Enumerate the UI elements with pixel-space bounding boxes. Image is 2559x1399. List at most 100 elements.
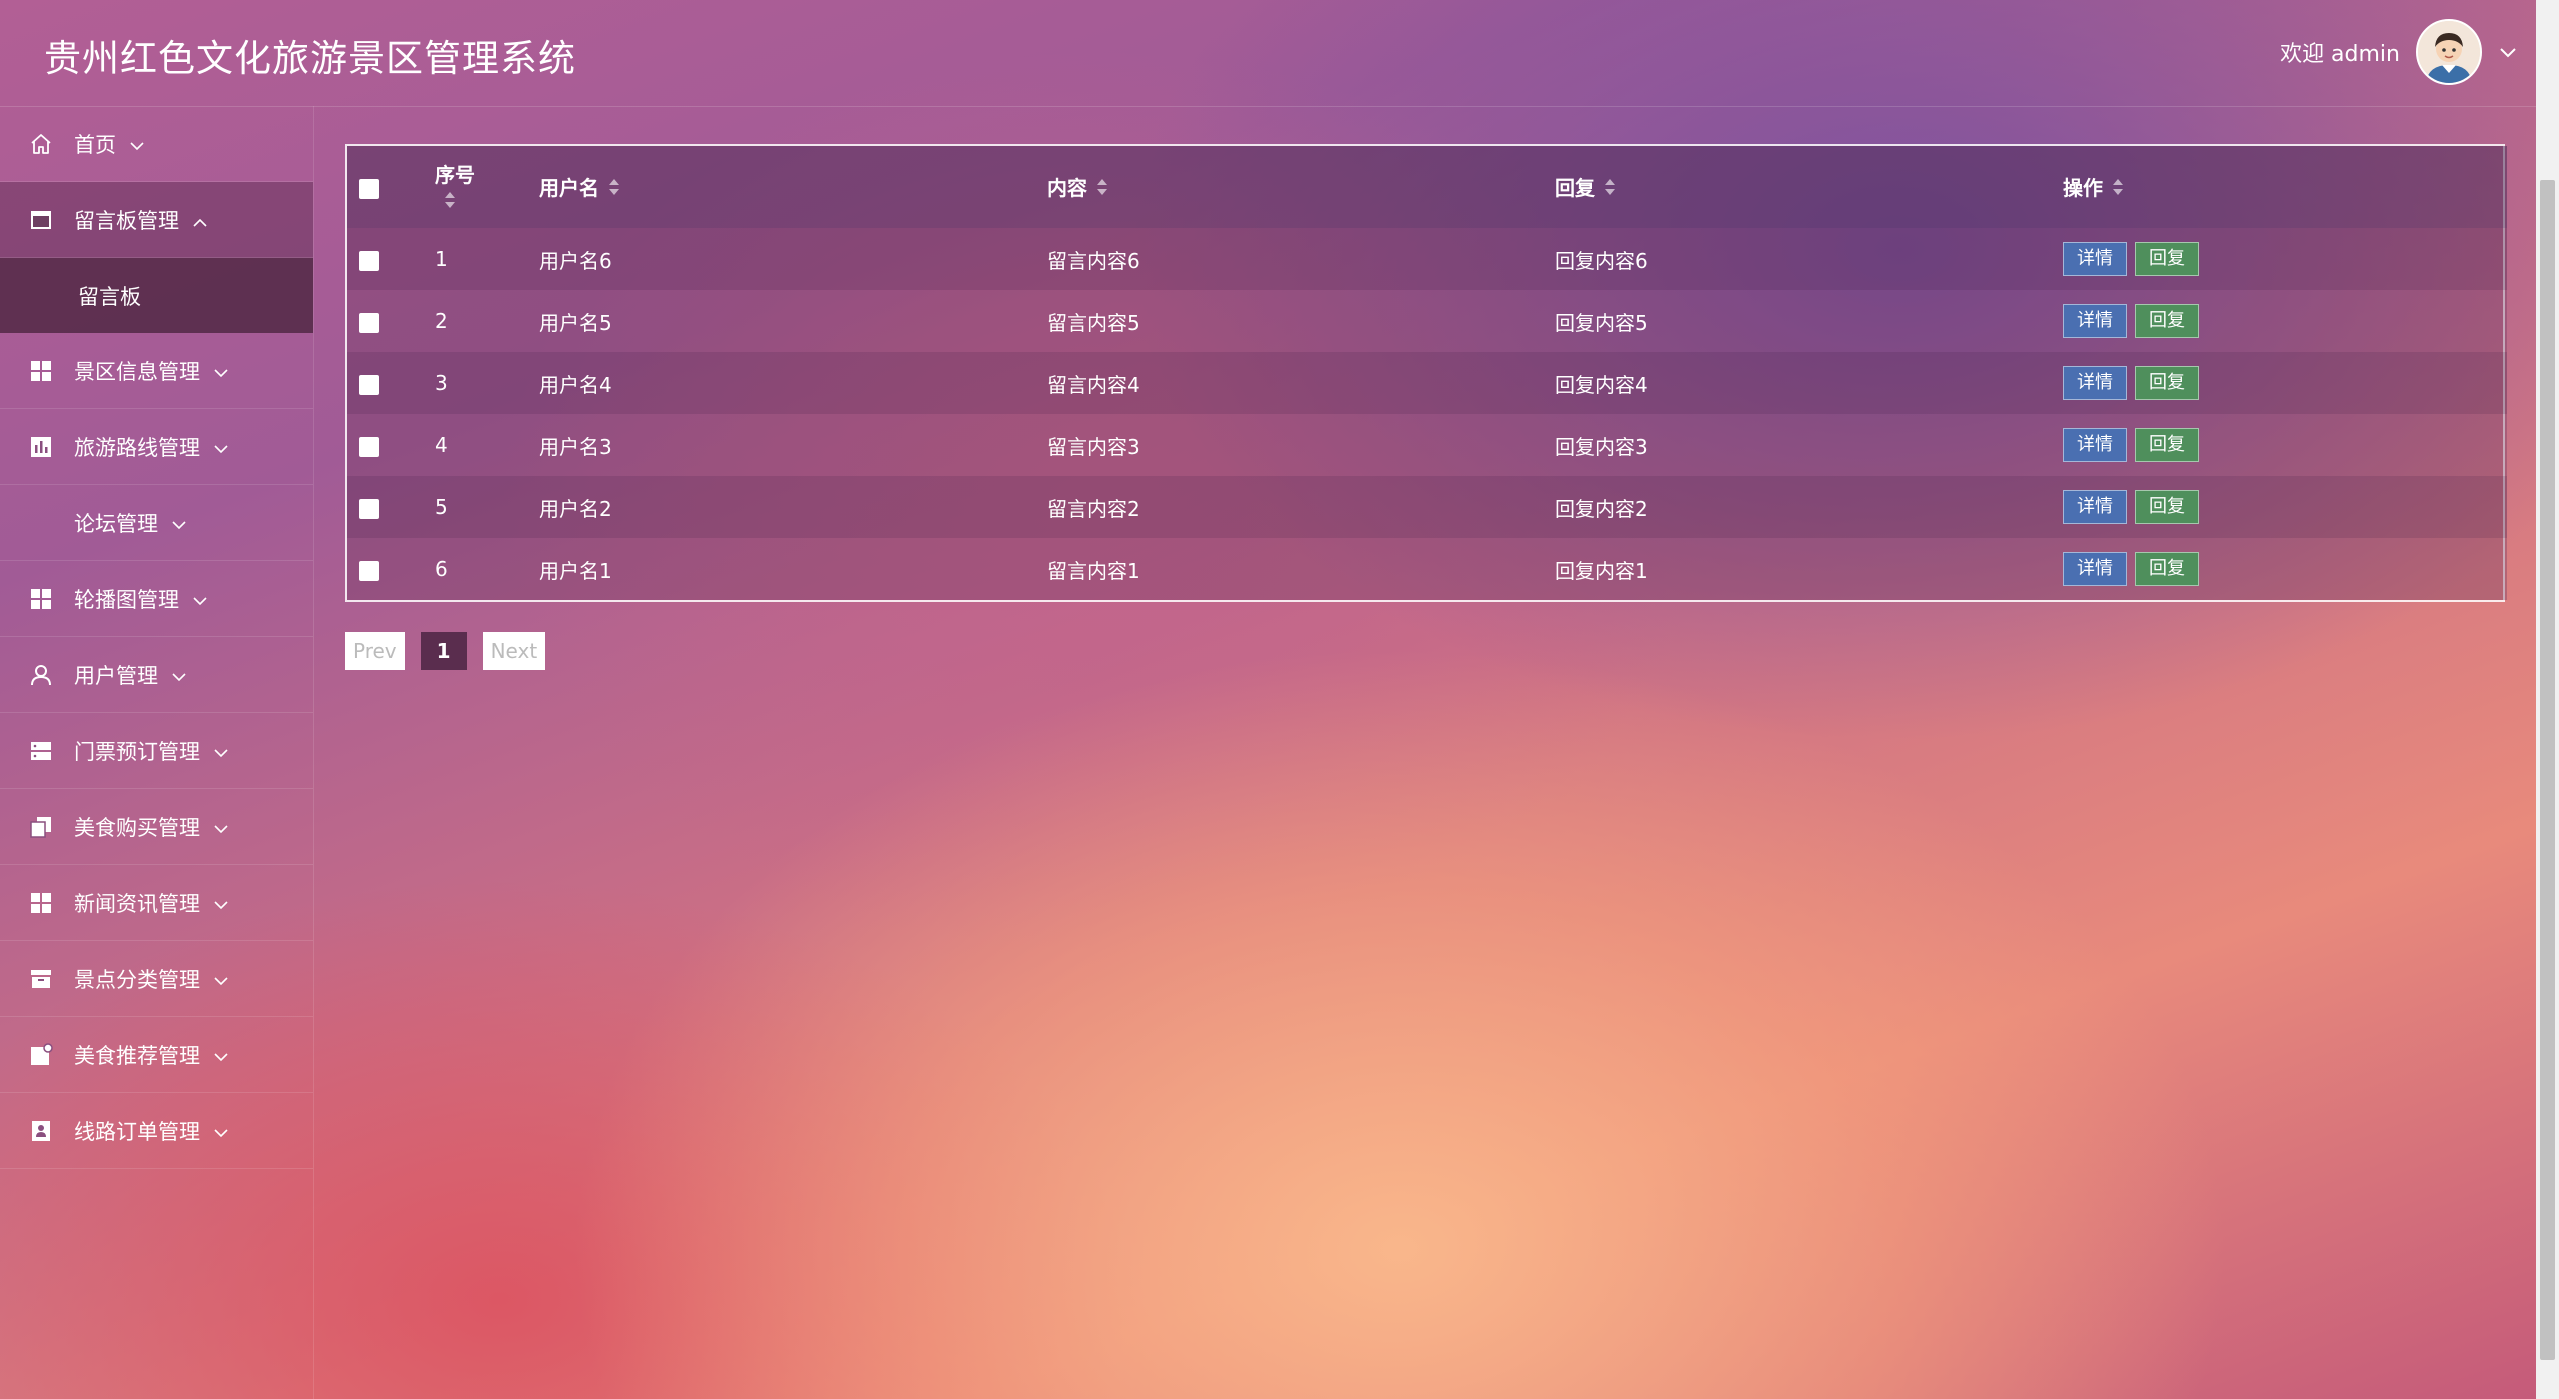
- sidebar: 首页 留言板管理 留言板 景区信息管理 旅游路线管理 论坛管理 轮播图管理 用户…: [0, 106, 314, 1399]
- vertical-scrollbar[interactable]: [2536, 0, 2559, 1399]
- sidebar-item-label: 用户管理: [74, 663, 158, 688]
- detail-button[interactable]: 详情: [2063, 366, 2127, 400]
- select-all-checkbox[interactable]: [359, 178, 379, 199]
- cell-username: 用户名4: [539, 372, 612, 397]
- cell-reply: 回复内容6: [1555, 248, 1648, 273]
- cell-content: 留言内容6: [1047, 248, 1140, 273]
- chevron-down-icon: [172, 511, 186, 535]
- reply-button[interactable]: 回复: [2135, 428, 2199, 462]
- sort-icon[interactable]: [607, 177, 621, 202]
- row-checkbox[interactable]: [359, 312, 379, 333]
- main-content: 序号 用户名 内容 回复 操作 1 用户名6 留言内容6 回复内容6 详情回复: [345, 144, 2507, 670]
- column-header-reply[interactable]: 回复: [1555, 146, 2063, 228]
- row-checkbox[interactable]: [359, 498, 379, 519]
- cell-content: 留言内容5: [1047, 310, 1140, 335]
- chevron-down-icon: [214, 359, 228, 383]
- sidebar-item-label: 景区信息管理: [74, 359, 200, 384]
- grid-icon: [28, 358, 54, 384]
- reply-button[interactable]: 回复: [2135, 304, 2199, 338]
- sidebar-item-food-purchase-mgmt[interactable]: 美食购买管理: [0, 789, 313, 865]
- cell-index: 2: [435, 309, 448, 333]
- cell-reply: 回复内容5: [1555, 310, 1648, 335]
- sidebar-item-message-board-mgmt[interactable]: 留言板管理: [0, 182, 313, 258]
- cell-content: 留言内容4: [1047, 372, 1140, 397]
- sort-icon[interactable]: [1095, 177, 1109, 202]
- cell-reply: 回复内容3: [1555, 434, 1648, 459]
- sidebar-item-scenic-info-mgmt[interactable]: 景区信息管理: [0, 333, 313, 409]
- sidebar-item-user-mgmt[interactable]: 用户管理: [0, 637, 313, 713]
- server-icon: [28, 738, 54, 764]
- note-icon: [28, 1042, 54, 1068]
- table-header-row: 序号 用户名 内容 回复 操作: [347, 146, 2507, 228]
- current-page[interactable]: 1: [420, 632, 467, 670]
- sidebar-item-route-mgmt[interactable]: 旅游路线管理: [0, 409, 313, 485]
- cell-username: 用户名6: [539, 248, 612, 273]
- grid-icon: [28, 890, 54, 916]
- reply-button[interactable]: 回复: [2135, 552, 2199, 586]
- chevron-down-icon[interactable]: [2500, 43, 2516, 62]
- sidebar-item-news-mgmt[interactable]: 新闻资讯管理: [0, 865, 313, 941]
- board-icon: [28, 207, 54, 233]
- sidebar-subitem-label: 留言板: [78, 284, 141, 309]
- reply-button[interactable]: 回复: [2135, 366, 2199, 400]
- prev-page-button[interactable]: Prev: [345, 632, 405, 670]
- sidebar-item-label: 线路订单管理: [74, 1119, 200, 1144]
- cell-index: 1: [435, 247, 448, 271]
- sidebar-item-label: 门票预订管理: [74, 739, 200, 764]
- sidebar-item-label: 轮播图管理: [74, 587, 179, 612]
- sidebar-item-food-recommend-mgmt[interactable]: 美食推荐管理: [0, 1017, 313, 1093]
- sidebar-item-ticket-mgmt[interactable]: 门票预订管理: [0, 713, 313, 789]
- pagination: Prev 1 Next: [345, 632, 2505, 670]
- chart-icon: [28, 434, 54, 460]
- sidebar-item-label: 美食推荐管理: [74, 1043, 200, 1068]
- row-checkbox[interactable]: [359, 560, 379, 581]
- row-checkbox[interactable]: [359, 250, 379, 271]
- top-header: 贵州红色文化旅游景区管理系统 欢迎 admin: [0, 0, 2536, 107]
- cell-reply: 回复内容2: [1555, 496, 1648, 521]
- sidebar-item-carousel-mgmt[interactable]: 轮播图管理: [0, 561, 313, 637]
- sidebar-subitem-message-board[interactable]: 留言板: [0, 258, 313, 333]
- column-header-content[interactable]: 内容: [1047, 146, 1555, 228]
- column-header-index[interactable]: 序号: [435, 146, 539, 228]
- column-header-action[interactable]: 操作: [2063, 146, 2507, 228]
- sidebar-item-label: 论坛管理: [74, 511, 158, 536]
- row-checkbox[interactable]: [359, 374, 379, 395]
- sort-icon[interactable]: [435, 190, 539, 215]
- user-icon: [28, 662, 54, 688]
- column-header-username[interactable]: 用户名: [539, 146, 1047, 228]
- sort-icon[interactable]: [1603, 177, 1617, 202]
- chevron-down-icon: [214, 967, 228, 991]
- grid-icon: [28, 586, 54, 612]
- chevron-up-icon: [193, 208, 207, 232]
- detail-button[interactable]: 详情: [2063, 428, 2127, 462]
- sidebar-item-spot-category-mgmt[interactable]: 景点分类管理: [0, 941, 313, 1017]
- detail-button[interactable]: 详情: [2063, 304, 2127, 338]
- detail-button[interactable]: 详情: [2063, 242, 2127, 276]
- cell-reply: 回复内容4: [1555, 372, 1648, 397]
- cell-index: 5: [435, 495, 448, 519]
- chevron-down-icon: [214, 815, 228, 839]
- cell-username: 用户名3: [539, 434, 612, 459]
- sort-icon[interactable]: [2111, 177, 2125, 202]
- table-row: 4 用户名3 留言内容3 回复内容3 详情 回复: [347, 414, 2507, 476]
- next-page-button[interactable]: Next: [482, 632, 546, 670]
- detail-button[interactable]: 详情: [2063, 552, 2127, 586]
- chevron-down-icon: [130, 132, 144, 156]
- sidebar-item-home[interactable]: 首页: [0, 106, 313, 182]
- chevron-down-icon: [172, 663, 186, 687]
- reply-button[interactable]: 回复: [2135, 242, 2199, 276]
- chevron-down-icon: [214, 1043, 228, 1067]
- row-checkbox[interactable]: [359, 436, 379, 457]
- cell-content: 留言内容2: [1047, 496, 1140, 521]
- scrollbar-thumb[interactable]: [2540, 180, 2555, 1360]
- reply-button[interactable]: 回复: [2135, 490, 2199, 524]
- sidebar-item-forum-mgmt[interactable]: 论坛管理: [0, 485, 313, 561]
- cell-username: 用户名5: [539, 310, 612, 335]
- cell-username: 用户名2: [539, 496, 612, 521]
- app-title: 贵州红色文化旅游景区管理系统: [44, 37, 576, 80]
- chevron-down-icon: [193, 587, 207, 611]
- avatar[interactable]: [2416, 19, 2482, 85]
- user-menu[interactable]: 欢迎 admin: [2280, 19, 2536, 85]
- sidebar-item-route-order-mgmt[interactable]: 线路订单管理: [0, 1093, 313, 1169]
- detail-button[interactable]: 详情: [2063, 490, 2127, 524]
